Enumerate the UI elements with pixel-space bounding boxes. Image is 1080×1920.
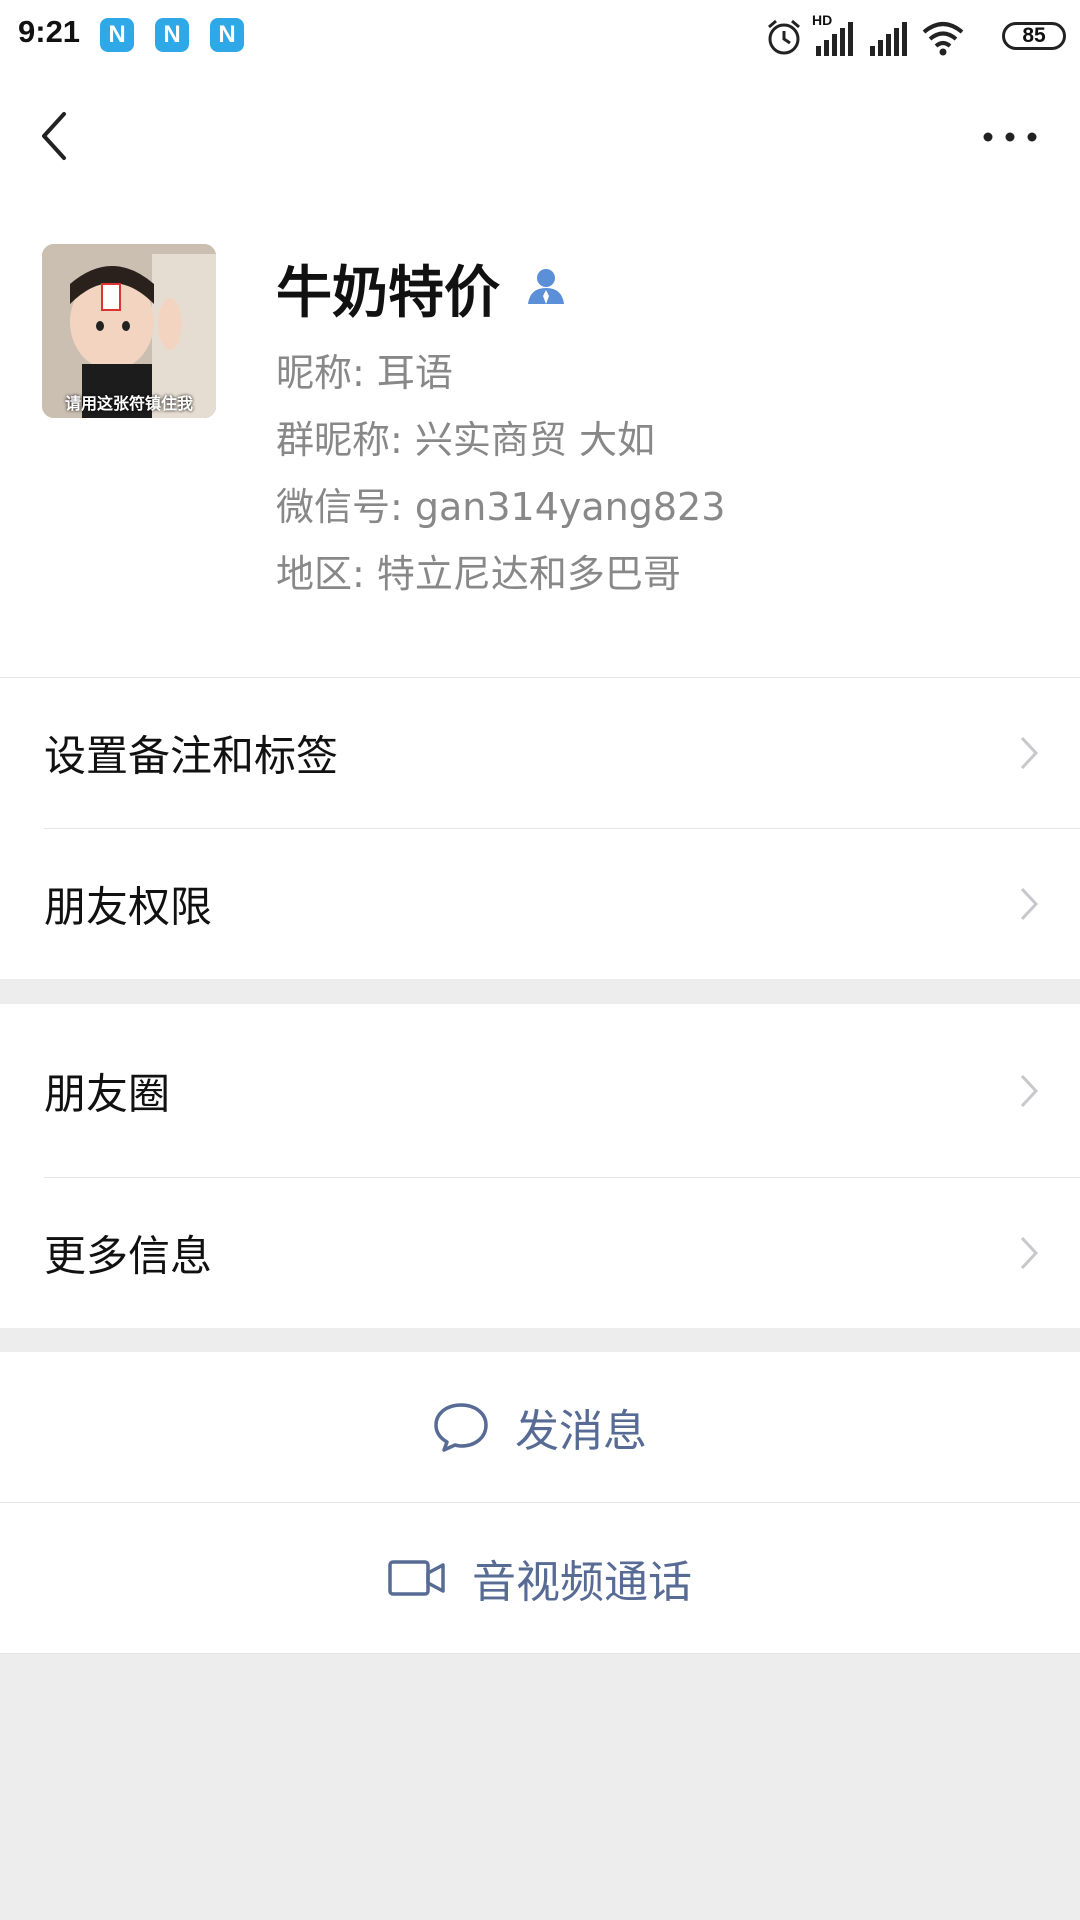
status-time: 9:21 xyxy=(18,14,81,49)
signal-icon xyxy=(870,22,907,56)
chevron-right-icon xyxy=(1020,887,1039,921)
notification-app-icon: N xyxy=(155,18,189,52)
top-nav-bar xyxy=(0,72,1080,202)
menu-group-moments: 朋友圈 更多信息 xyxy=(0,1004,1080,1328)
av-call-button[interactable]: 音视频通话 xyxy=(0,1503,1080,1653)
avatar-caption: 请用这张符镇住我 xyxy=(64,394,193,413)
chat-bubble-icon xyxy=(434,1403,488,1452)
menu-item-moments[interactable]: 朋友圈 xyxy=(0,1004,1080,1177)
notification-app-icon: N xyxy=(210,18,244,52)
battery-indicator: 85 xyxy=(1002,22,1066,50)
signal-icon xyxy=(816,22,853,56)
menu-item-remarks-tags[interactable]: 设置备注和标签 xyxy=(0,678,1080,828)
menu-item-friend-permissions[interactable]: 朋友权限 xyxy=(0,829,1080,979)
wifi-icon xyxy=(922,22,964,56)
profile-name: 牛奶特价 xyxy=(276,261,500,326)
back-button[interactable] xyxy=(30,106,80,166)
status-bar: 9:21 N N N HD 85 xyxy=(0,0,1080,72)
chevron-right-icon xyxy=(1020,1074,1039,1107)
more-options-button[interactable] xyxy=(980,122,1040,152)
send-message-button[interactable]: 发消息 xyxy=(0,1352,1080,1502)
divider xyxy=(0,1653,1080,1654)
nickname-text: 昵称: 耳语 xyxy=(276,351,453,395)
alarm-icon xyxy=(768,19,800,55)
chevron-right-icon xyxy=(1020,736,1039,770)
menu-item-label: 设置备注和标签 xyxy=(44,731,339,781)
menu-item-label: 朋友圈 xyxy=(44,1069,171,1118)
contact-person-icon xyxy=(528,269,564,304)
notification-app-icon: N xyxy=(100,18,134,52)
menu-item-label: 朋友权限 xyxy=(44,882,213,932)
group-nickname-text: 群昵称: 兴实商贸 大如 xyxy=(276,418,655,462)
av-call-label: 音视频通话 xyxy=(472,1557,692,1608)
region-text: 地区: 特立尼达和多巴哥 xyxy=(276,552,681,596)
menu-group-remarks: 设置备注和标签 朋友权限 xyxy=(0,677,1080,979)
profile-header: 请用这张符镇住我 牛奶特价 昵称: 耳语 群昵称: 兴实商贸 大如 微信号: g… xyxy=(0,202,1080,677)
chevron-right-icon xyxy=(1020,1236,1039,1270)
menu-item-more-info[interactable]: 更多信息 xyxy=(0,1178,1080,1328)
wechat-id-text: 微信号: gan314yang823 xyxy=(276,485,726,529)
video-camera-icon xyxy=(388,1560,445,1596)
menu-item-label: 更多信息 xyxy=(44,1231,213,1281)
send-message-label: 发消息 xyxy=(515,1406,647,1457)
avatar[interactable]: 请用这张符镇住我 xyxy=(42,244,216,418)
status-indicators: HD 85 xyxy=(766,12,1066,58)
